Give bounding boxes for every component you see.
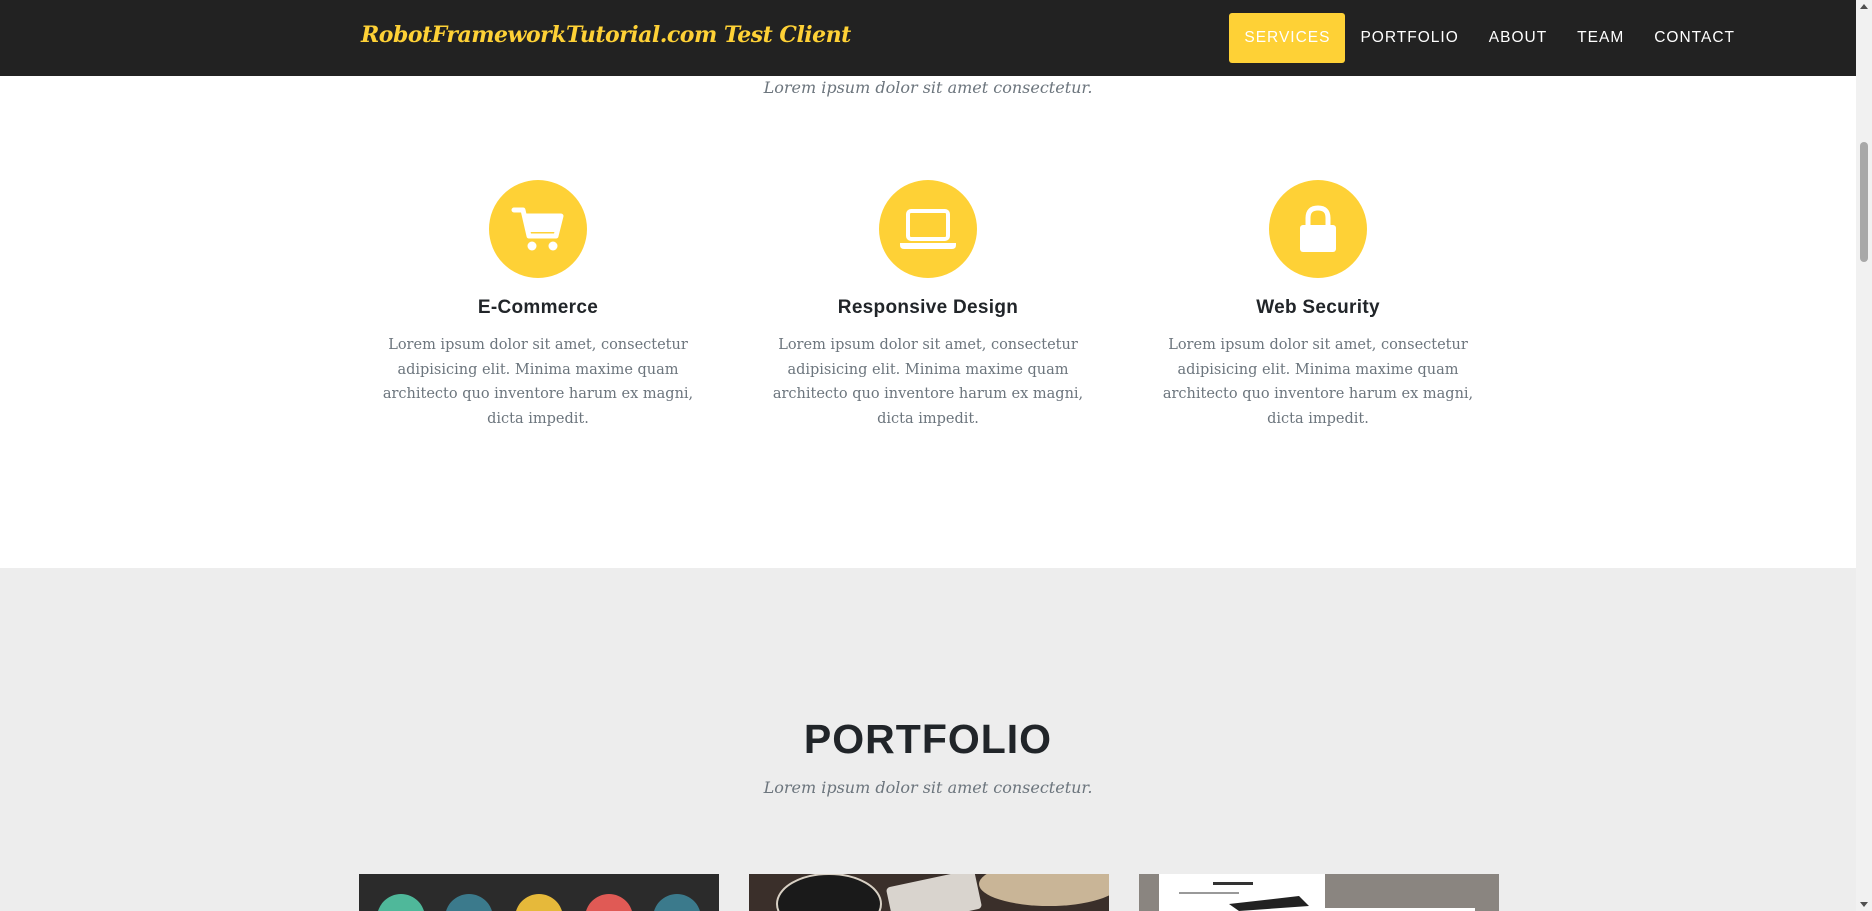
service-ecommerce: E-Commerce Lorem ipsum dolor sit amet, c…: [363, 180, 713, 431]
service-title: Web Security: [1256, 297, 1380, 318]
portfolio-item-thumbnail[interactable]: [749, 874, 1109, 911]
portfolio-item-thumbnail[interactable]: [359, 874, 719, 911]
service-description: Lorem ipsum dolor sit amet, consectetur …: [382, 337, 694, 427]
portfolio-heading: PORTFOLIO: [803, 716, 1053, 762]
page-scrollbar[interactable]: [1856, 0, 1872, 911]
service-title: E-Commerce: [477, 297, 599, 318]
service-web-security: Web Security Lorem ipsum dolor sit amet,…: [1143, 180, 1493, 431]
nav-menu: SERVICES PORTFOLIO ABOUT TEAM CONTACT: [1229, 13, 1750, 63]
service-description: Lorem ipsum dolor sit amet, consectetur …: [1162, 337, 1474, 427]
services-subheading: Lorem ipsum dolor sit amet consectetur.: [763, 78, 1093, 97]
portfolio-item-thumbnail[interactable]: [1139, 874, 1499, 911]
brand-logo[interactable]: RobotFrameworkTutorial.com Test Client: [361, 22, 851, 48]
portfolio-subheading: Lorem ipsum dolor sit amet consectetur.: [763, 778, 1093, 797]
nav-item-portfolio[interactable]: PORTFOLIO: [1345, 13, 1473, 63]
lock-icon: [1269, 180, 1367, 278]
service-description: Lorem ipsum dolor sit amet, consectetur …: [772, 337, 1084, 427]
services-section: Lorem ipsum dolor sit amet consectetur. …: [0, 76, 1856, 568]
portfolio-section: PORTFOLIO Lorem ipsum dolor sit amet con…: [0, 568, 1856, 911]
service-title: Responsive Design: [837, 297, 1019, 318]
nav-item-about[interactable]: ABOUT: [1474, 13, 1562, 63]
scroll-down-arrow-icon[interactable]: [1860, 902, 1868, 907]
scrollbar-thumb[interactable]: [1860, 142, 1868, 262]
scroll-up-arrow-icon[interactable]: [1860, 4, 1868, 9]
nav-item-services[interactable]: SERVICES: [1229, 13, 1346, 63]
service-responsive-design: Responsive Design Lorem ipsum dolor sit …: [753, 180, 1103, 431]
navbar: RobotFrameworkTutorial.com Test Client S…: [0, 0, 1856, 76]
nav-item-team[interactable]: TEAM: [1562, 13, 1639, 63]
shopping-cart-icon: [489, 180, 587, 278]
nav-item-contact[interactable]: CONTACT: [1639, 13, 1750, 63]
laptop-icon: [879, 180, 977, 278]
